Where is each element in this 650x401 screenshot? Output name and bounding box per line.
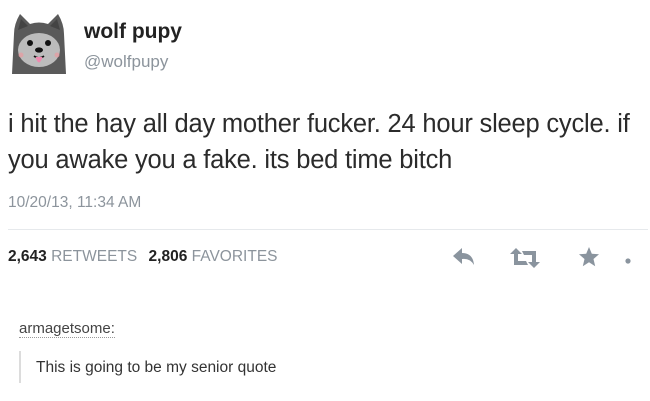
quote-bar <box>19 351 21 383</box>
favorites-label[interactable]: FAVORITES <box>192 248 278 265</box>
retweet-button[interactable] <box>510 248 540 273</box>
star-icon <box>579 247 599 267</box>
wolf-avatar-icon <box>12 14 66 74</box>
favorites-count[interactable]: 2,806 <box>149 248 188 265</box>
reblog-username[interactable]: armagetsome: <box>19 320 115 338</box>
tweet-text: i hit the hay all day mother fucker. 24 … <box>8 110 630 174</box>
divider <box>8 229 648 230</box>
tweet-stats: 2,643 RETWEETS 2,806 FAVORITES <box>8 248 278 266</box>
reply-icon <box>453 248 474 265</box>
reblog-comment: This is going to be my senior quote <box>36 359 277 376</box>
user-handle[interactable]: @wolfpupy <box>84 52 168 72</box>
retweet-icon <box>510 248 540 268</box>
retweets-label[interactable]: RETWEETS <box>51 248 137 265</box>
more-dot-icon <box>625 258 631 264</box>
reply-button[interactable] <box>452 247 476 272</box>
avatar[interactable] <box>8 10 70 76</box>
retweets-count[interactable]: 2,643 <box>8 248 47 265</box>
tweet-timestamp[interactable]: 10/20/13, 11:34 AM <box>8 194 141 212</box>
more-button[interactable] <box>624 252 632 270</box>
favorite-button[interactable] <box>578 246 600 273</box>
display-name[interactable]: wolf pupy <box>84 20 182 44</box>
